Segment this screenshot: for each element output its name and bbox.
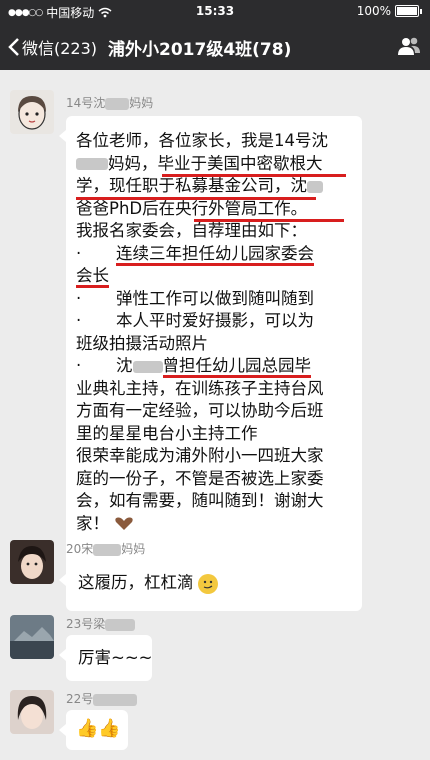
sender-name: 23号梁 bbox=[66, 615, 136, 632]
status-bar: ●●●○○ 中国移动 15:33 100% bbox=[0, 0, 430, 22]
text-line: 会长 bbox=[76, 265, 328, 288]
heart-emoji-icon bbox=[115, 517, 133, 530]
back-button[interactable]: 微信(223) bbox=[8, 35, 97, 59]
sender-prefix: 23号梁 bbox=[66, 617, 106, 631]
bullet: · bbox=[76, 311, 82, 330]
text-line: 学，现任职于私募基金公司，沈 bbox=[76, 175, 328, 198]
redacted-blur bbox=[307, 180, 323, 193]
chat-title: 浦外小2017级4班(78) bbox=[108, 40, 292, 60]
redacted-blur bbox=[132, 360, 163, 373]
sender-prefix: 22号 bbox=[66, 692, 94, 706]
sender-name: 14号沈 妈妈 bbox=[66, 94, 153, 111]
text-line: 我报名家委会，自荐理由如下： bbox=[76, 221, 307, 240]
text-line: 庭的一份子，不管是否被选上家委 bbox=[76, 468, 324, 488]
smirk-emoji-icon bbox=[197, 573, 218, 594]
text-line-part: 曾担任幼儿园总园毕 bbox=[162, 356, 311, 378]
text-line-part: 沈 bbox=[116, 356, 133, 375]
text-line-part: 业典礼主持，在训练孩子主持台风 bbox=[76, 378, 324, 398]
underline-mark bbox=[76, 197, 316, 200]
battery-icon bbox=[395, 5, 419, 17]
text-line: · 弹性工作可以做到随叫随到 bbox=[76, 288, 328, 311]
nav-bar: 微信(223) 浦外小2017级4班(78) bbox=[0, 22, 430, 70]
text-line: 爸爸PhD后在央行外管局工作。 bbox=[76, 198, 308, 218]
underline-mark bbox=[162, 174, 346, 177]
redacted-blur bbox=[76, 158, 108, 170]
redacted-blur bbox=[105, 618, 136, 631]
text-line: 各位老师，各位家长，我是14号沈 bbox=[76, 131, 328, 150]
status-right: 100% bbox=[357, 4, 422, 18]
sender-suffix: 妈妈 bbox=[129, 96, 154, 110]
bullet: · bbox=[76, 243, 82, 263]
text-line-part: 弹性工作可以做到随叫随到 bbox=[116, 288, 314, 308]
text-line: 业典礼主持，在训练孩子主持台风 bbox=[76, 378, 328, 401]
underline-mark bbox=[194, 219, 344, 222]
avatar[interactable] bbox=[10, 90, 54, 134]
thumbs-up-icon: 👍👍 bbox=[76, 718, 121, 739]
battery-label: 100% bbox=[356, 4, 391, 18]
text-line: 很荣幸能成为浦外附小一四班大家 bbox=[76, 446, 324, 465]
message-text: 各位老师，各位家长，我是14号沈 妈妈，毕业于美国中密歇根大 学，现任职于私募基… bbox=[76, 130, 328, 535]
sender-suffix: 妈妈 bbox=[121, 542, 146, 556]
sender-prefix: 20宋 bbox=[66, 542, 94, 556]
text-line: 班级拍摄活动照片 bbox=[76, 333, 208, 353]
chevron-left-icon bbox=[8, 38, 19, 56]
bullet: · bbox=[76, 288, 82, 308]
avatar[interactable] bbox=[10, 690, 54, 734]
text-line: · 本人平时爱好摄影，可以为 bbox=[76, 310, 328, 333]
sender-name: 22号 bbox=[66, 690, 138, 707]
text-line-part: 妈妈，毕业于美国中密歇根大 bbox=[108, 153, 323, 173]
text-line: 家！ bbox=[76, 513, 328, 536]
avatar[interactable] bbox=[10, 540, 54, 584]
text-line: · 连续三年担任幼儿园家委会 bbox=[76, 243, 328, 266]
text-line-part: 本人平时爱好摄影，可以为 bbox=[116, 311, 314, 330]
group-info-icon[interactable] bbox=[398, 36, 420, 56]
message-bubble[interactable]: 各位老师，各位家长，我是14号沈 妈妈，毕业于美国中密歇根大 学，现任职于私募基… bbox=[59, 116, 362, 611]
text-line-part: 这履历，杠杠滴 bbox=[78, 573, 194, 592]
message-text: 厉害~~~ bbox=[78, 648, 153, 667]
sender-name: 20宋 妈妈 bbox=[66, 540, 145, 557]
text-line: 里的星星电台小主持工作 bbox=[76, 423, 258, 443]
message-bubble[interactable]: 这履历，杠杠滴 bbox=[59, 560, 226, 606]
redacted-blur bbox=[93, 543, 122, 556]
text-line-part: 家！ bbox=[76, 513, 109, 533]
sender-prefix: 14号沈 bbox=[66, 96, 106, 110]
text-line-part: 学，现任职于私募基金公司，沈 bbox=[76, 176, 307, 195]
message-text: 这履历，杠杠滴 bbox=[78, 572, 218, 595]
back-label: 微信(223) bbox=[22, 39, 98, 58]
text-line-part: 会长 bbox=[76, 266, 109, 288]
text-line: 方面有一定经验，可以协助今后班 bbox=[76, 401, 324, 420]
text-line: · 沈 曾担任幼儿园总园毕 bbox=[76, 355, 328, 378]
chat-area[interactable]: 14号沈 妈妈 各位老师，各位家长，我是14号沈 妈妈，毕业于美国中密歇根大 学，… bbox=[0, 70, 430, 760]
message-bubble[interactable]: 厉害~~~ bbox=[59, 635, 153, 681]
text-line: 会，如有需要，随叫随到！谢谢大 bbox=[76, 491, 324, 510]
bullet: · bbox=[76, 356, 82, 375]
message-bubble[interactable]: 👍👍 bbox=[59, 710, 128, 750]
battery-cap bbox=[420, 8, 422, 14]
redacted-blur bbox=[105, 97, 130, 110]
text-line: 妈妈，毕业于美国中密歇根大 bbox=[76, 153, 328, 176]
avatar[interactable] bbox=[10, 615, 54, 659]
redacted-blur bbox=[93, 693, 138, 706]
text-line-part: 连续三年担任幼儿园家委会 bbox=[116, 243, 314, 266]
